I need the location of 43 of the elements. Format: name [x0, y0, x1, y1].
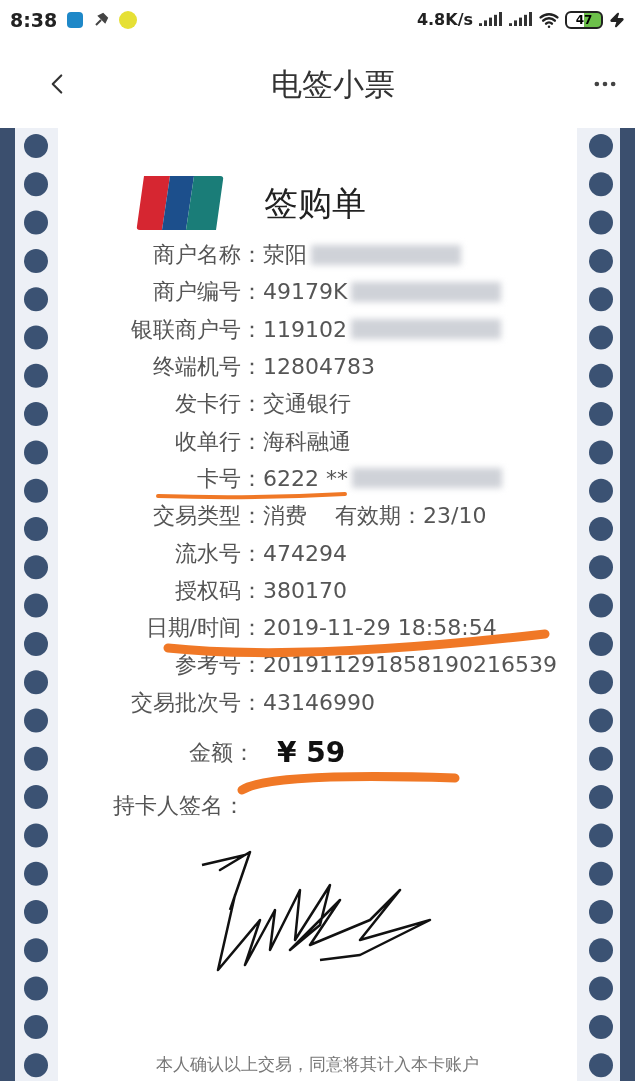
receipt-title: 签购单: [264, 181, 366, 225]
field-value: 2019-11-29 18:58:54: [263, 614, 497, 643]
battery-indicator: 47: [565, 11, 603, 29]
field-label: 卡号：: [196, 464, 263, 493]
signal-icon: [479, 12, 503, 28]
field-value: 6222 **: [263, 464, 348, 493]
network-speed: 4.8K/s: [416, 9, 473, 31]
amount-value: ¥ 59: [277, 734, 346, 771]
field-value: 474294: [263, 539, 347, 568]
field-label: 有效期：: [335, 502, 423, 531]
field-value: 201911291858190216539: [263, 651, 557, 680]
field-value: 380170: [263, 576, 347, 605]
status-time: 8:38: [10, 7, 58, 33]
page-title: 电签小票: [270, 64, 395, 104]
field-label: 发卡行：: [174, 390, 263, 419]
field-label: 银联商户号：: [130, 315, 263, 344]
signal-icon: [509, 12, 533, 28]
field-label: 日期/时间：: [144, 614, 263, 643]
field-value: 23/10: [423, 502, 487, 531]
field-label: 授权码：: [174, 576, 263, 605]
confirmation-note: 本人确认以上交易，同意将其计入本卡账户: [155, 1052, 480, 1076]
amount-label: 金额：: [188, 739, 255, 768]
field-value: 12804783: [263, 353, 375, 382]
card-logo-icon: [136, 174, 224, 232]
app-icon: [67, 12, 84, 28]
app-icon: [119, 11, 138, 29]
field-value: 43146990: [263, 688, 375, 717]
field-value: 119102: [263, 315, 347, 344]
field-value: 49179K: [263, 278, 348, 307]
field-value: 交通银行: [263, 390, 351, 419]
pin-icon: [93, 12, 110, 28]
field-label: 交易类型：: [152, 502, 263, 531]
field-value: 荥阳: [263, 241, 307, 270]
signature-label: 持卡人签名：: [112, 791, 246, 820]
field-label: 商户编号：: [152, 278, 263, 307]
field-label: 流水号：: [174, 539, 263, 568]
field-value: 海科融通: [263, 427, 351, 456]
wifi-icon: [539, 10, 559, 30]
field-label: 商户名称：: [152, 241, 263, 270]
field-value: 消费: [263, 502, 307, 531]
field-label: 收单行：: [174, 427, 263, 456]
field-label: 交易批次号：: [130, 688, 263, 717]
field-label: 终端机号：: [152, 353, 263, 382]
